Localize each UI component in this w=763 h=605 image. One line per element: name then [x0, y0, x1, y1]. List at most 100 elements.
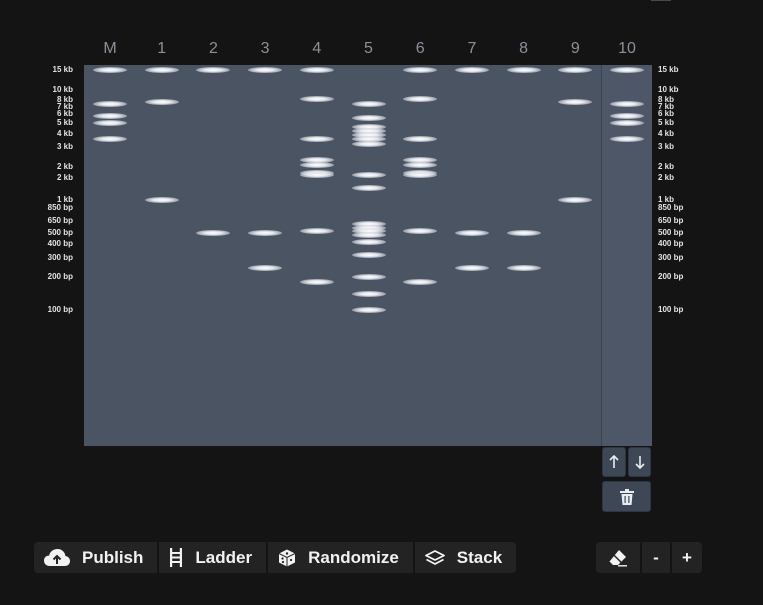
gel-band — [196, 230, 231, 237]
size-label: 2 kb — [658, 172, 675, 182]
gel-band — [93, 100, 127, 107]
lane-header-2[interactable]: 2 — [193, 38, 233, 60]
size-label: 3 kb — [56, 142, 73, 152]
eraser-icon — [609, 549, 627, 566]
lane-header-marker[interactable]: M — [90, 38, 130, 60]
size-label: 4 kb — [56, 128, 73, 138]
gel-band — [610, 135, 644, 142]
lane-header-3[interactable]: 3 — [245, 38, 285, 60]
size-label: 5 kb — [56, 118, 73, 127]
arrow-up-icon — [609, 455, 619, 468]
gel-band — [454, 230, 489, 237]
lane-header-4[interactable]: 4 — [297, 38, 337, 60]
stack-button[interactable]: Stack — [415, 542, 516, 573]
ladder-icon — [169, 548, 183, 567]
size-label: 200 bp — [47, 272, 73, 282]
layers-icon — [424, 549, 445, 566]
size-axis-left: 15 kb 10 kb 8 kb 7 kb 6 kb 5 kb 4 kb 3 kb 2 kb 2 … — [0, 65, 80, 446]
size-label: 10 kb — [52, 84, 73, 94]
size-axis-right: 15 kb 10 kb 8 kb 7 kb 6 kb 5 kb 4 kb 3 kb 2 kb 2 … — [655, 65, 715, 446]
gel-band — [299, 279, 334, 286]
main-toolbar: Publish Ladder Randomize Stack — [34, 542, 517, 573]
gel-band — [351, 115, 386, 122]
size-label: 400 bp — [47, 238, 73, 248]
size-label: 100 bp — [658, 305, 684, 315]
trash-icon — [619, 488, 634, 505]
gel-band — [351, 251, 386, 258]
gel-band — [351, 232, 386, 239]
gel-band — [506, 230, 541, 237]
lane-header-1[interactable]: 1 — [142, 38, 182, 60]
lane-header-7[interactable]: 7 — [452, 38, 492, 60]
gel-band — [610, 112, 644, 119]
gel-band — [196, 67, 231, 74]
gel-band — [248, 230, 283, 237]
size-label: 400 bp — [658, 238, 684, 248]
gel-band — [403, 279, 438, 286]
publish-label: Publish — [82, 547, 144, 567]
ladder-label: Ladder — [195, 547, 253, 567]
gel-band — [93, 120, 127, 126]
gel-band — [248, 265, 283, 272]
randomize-button[interactable]: Randomize — [268, 542, 415, 573]
zoom-toolbar: - + — [596, 542, 702, 573]
zoom-in-button[interactable]: + — [672, 542, 702, 573]
gel-band — [454, 67, 489, 74]
arrow-down-icon — [634, 456, 645, 469]
gel-band — [299, 161, 334, 168]
gel-band — [558, 197, 593, 204]
move-lane-up-button[interactable] — [602, 447, 626, 477]
gel-band — [558, 67, 593, 74]
size-label: 3 kb — [658, 142, 675, 152]
gel — [84, 65, 652, 446]
size-label: 650 bp — [47, 215, 73, 225]
gel-band — [403, 96, 438, 103]
size-label: 850 bp — [47, 202, 73, 212]
gel-band — [299, 135, 334, 142]
gel-band — [351, 141, 386, 148]
gel-band — [558, 99, 593, 106]
gel-band — [351, 274, 386, 281]
size-label: 500 bp — [47, 228, 73, 238]
gel-band — [351, 307, 386, 314]
lane-labels: M 1 2 3 4 5 6 7 8 9 10 — [84, 38, 652, 62]
stack-label: Stack — [456, 547, 503, 567]
size-label: 2 kb — [658, 161, 675, 171]
size-label: 4 kb — [658, 128, 675, 138]
gel-band — [93, 135, 127, 142]
size-label: 200 bp — [658, 272, 684, 282]
publish-button[interactable]: Publish — [34, 542, 160, 573]
gel-band — [299, 171, 334, 178]
ladder-button[interactable]: Ladder — [159, 542, 269, 573]
gel-band — [454, 265, 489, 272]
delete-lane-button[interactable] — [602, 481, 651, 512]
size-label: 650 bp — [658, 215, 684, 225]
lane-header-9[interactable]: 9 — [555, 38, 595, 60]
zoom-out-button[interactable]: - — [642, 542, 672, 573]
randomize-label: Randomize — [308, 547, 399, 567]
lane-header-8[interactable]: 8 — [504, 38, 544, 60]
size-label: 850 bp — [658, 202, 684, 212]
gel-band — [351, 238, 386, 245]
gel-band — [403, 227, 438, 234]
gel-band — [403, 135, 438, 142]
gel-band — [506, 67, 541, 74]
gel-band — [299, 67, 334, 74]
lane-header-5[interactable]: 5 — [349, 38, 389, 60]
gel-band — [351, 100, 386, 107]
eraser-button[interactable] — [596, 542, 642, 573]
gel-band — [299, 227, 334, 234]
gel-band — [403, 171, 438, 178]
lane-header-6[interactable]: 6 — [400, 38, 440, 60]
move-lane-down-button[interactable] — [628, 447, 651, 477]
size-label: 10 kb — [658, 84, 679, 94]
gel-band — [144, 99, 179, 106]
gel-band — [403, 67, 438, 74]
gel-band — [351, 171, 386, 178]
gel-band — [144, 197, 179, 204]
size-label: 100 bp — [47, 305, 73, 315]
size-label: 500 bp — [658, 228, 684, 238]
gel-band — [93, 67, 127, 74]
size-label: 15 kb — [658, 65, 679, 75]
lane-header-10[interactable]: 10 — [607, 38, 647, 60]
